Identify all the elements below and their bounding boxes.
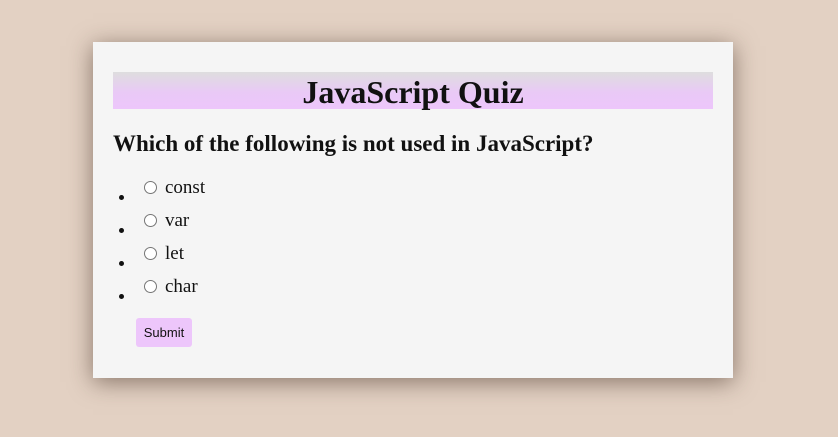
answer-option: var [136,210,713,251]
answer-option-label-var[interactable]: var [144,210,189,232]
answer-radio-char[interactable] [144,280,157,294]
quiz-header: JavaScript Quiz [113,72,713,109]
answer-option-label-const[interactable]: const [144,177,205,199]
submit-button[interactable]: Submit [136,317,192,347]
answer-option: char [136,276,713,317]
answer-options-list: const var let char [113,177,713,317]
answer-radio-var[interactable] [144,214,157,228]
answer-option-text: const [165,176,206,198]
answer-option-label-char[interactable]: char [144,276,198,298]
quiz-title: JavaScript Quiz [302,73,524,110]
answer-option-text: let [165,242,184,264]
question-text: Which of the following is not used in Ja… [113,131,594,156]
answer-option-text: char [165,275,198,297]
answer-option: let [136,243,713,284]
answer-radio-let[interactable] [144,247,157,261]
answer-radio-const[interactable] [144,181,157,195]
quiz-card: JavaScript Quiz Which of the following i… [93,42,733,378]
answer-option-text: var [165,209,190,231]
answer-option-label-let[interactable]: let [144,243,184,265]
answer-option: const [136,177,713,218]
